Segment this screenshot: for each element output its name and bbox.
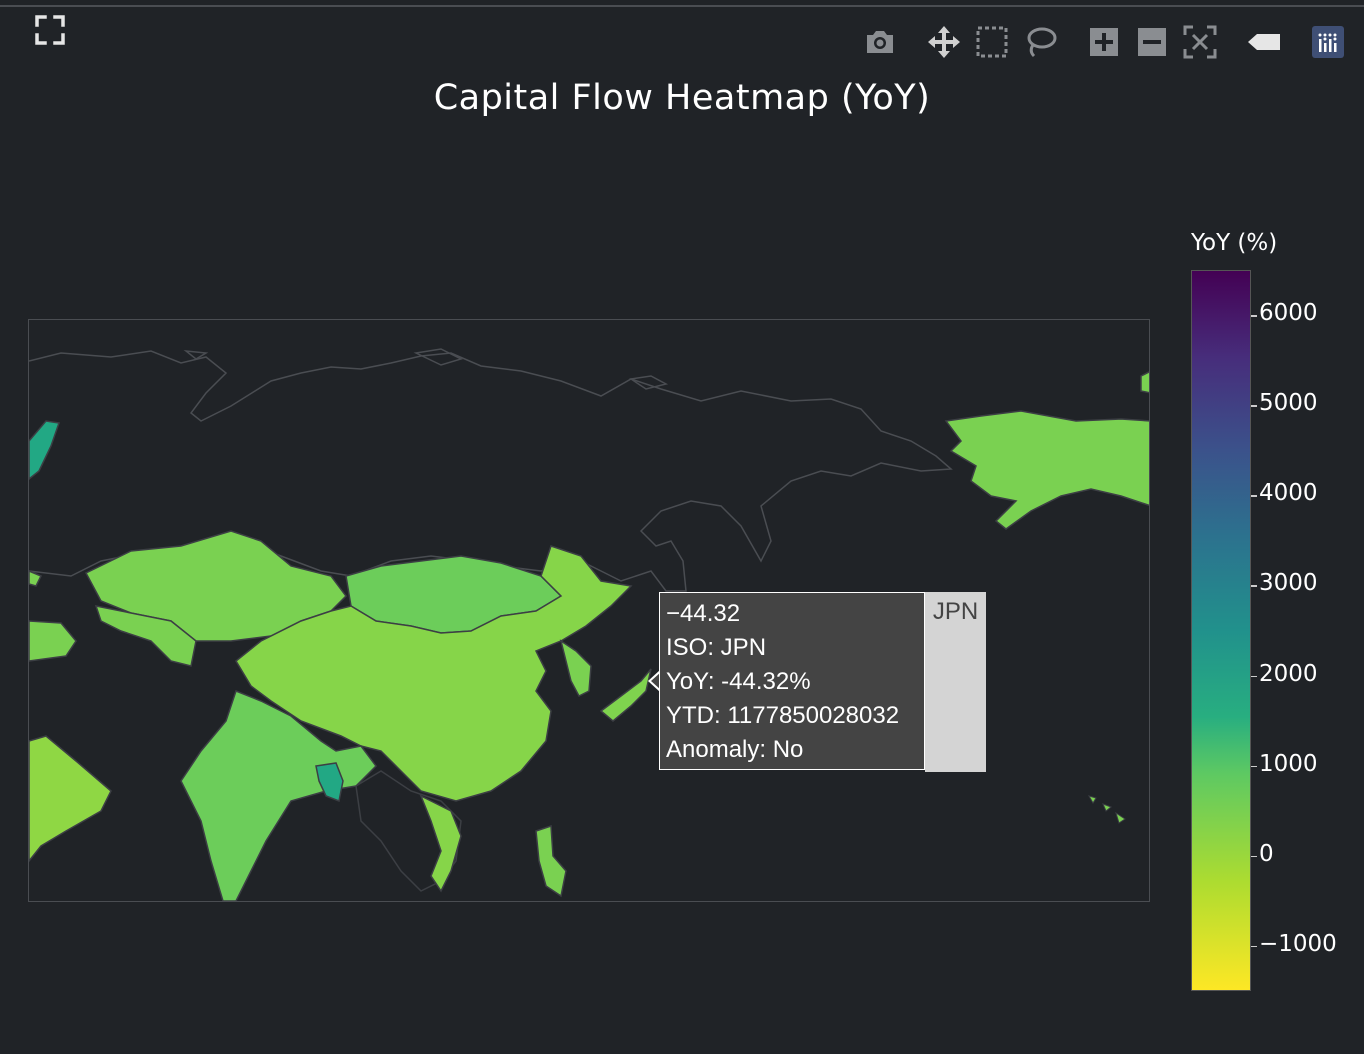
top-divider	[0, 5, 1364, 7]
zoom-out-icon[interactable]	[1134, 24, 1170, 60]
colorbar-tick-label: 2000	[1259, 660, 1318, 687]
hover-tooltip: −44.32 ISO: JPN YoY: -44.32% YTD: 117785…	[659, 592, 925, 770]
tooltip-iso: ISO: JPN	[666, 634, 767, 661]
colorbar-tick-label: 0	[1259, 840, 1274, 867]
colorbar-tick-mark	[1251, 585, 1257, 587]
colorbar-tick-mark	[1251, 675, 1257, 678]
chart-title: Capital Flow Heatmap (YoY)	[433, 78, 931, 118]
colorbar-tick-label: 1000	[1259, 750, 1318, 777]
colorbar-tick-mark	[1251, 495, 1257, 497]
pan-icon[interactable]	[926, 24, 962, 60]
autoscale-icon[interactable]	[1182, 24, 1218, 60]
modebar	[0, 24, 1364, 64]
colorbar-tick-mark	[1251, 405, 1257, 407]
zoom-in-icon[interactable]	[1086, 24, 1122, 60]
colorbar-tick-mark	[1251, 855, 1257, 858]
colorbar-tick-mark	[1251, 945, 1257, 948]
plotly-logo-icon[interactable]	[1310, 24, 1346, 60]
colorbar	[1191, 270, 1251, 991]
tooltip-yoy: YoY: -44.32%	[666, 668, 811, 695]
colorbar-tick-label: 3000	[1259, 570, 1318, 597]
camera-icon[interactable]	[862, 24, 898, 60]
colorbar-tick-label: 6000	[1259, 300, 1318, 327]
colorbar-tick-mark	[1251, 765, 1257, 768]
box-select-icon[interactable]	[974, 24, 1010, 60]
tooltip-anomaly: Anomaly: No	[666, 736, 804, 763]
colorbar-tick-label: 4000	[1259, 480, 1318, 507]
tooltip-ytd: YTD: 1177850028032	[666, 702, 900, 729]
colorbar-tick-label: 5000	[1259, 390, 1318, 417]
tooltip-trace-tag: JPN	[925, 592, 986, 772]
lasso-icon[interactable]	[1022, 24, 1058, 60]
reset-icon[interactable]	[1246, 24, 1282, 60]
colorbar-tick-mark	[1251, 315, 1257, 317]
colorbar-tick-label: −1000	[1259, 930, 1337, 957]
colorbar-title: YoY (%)	[1191, 230, 1278, 256]
tooltip-value: −44.32	[666, 600, 741, 627]
